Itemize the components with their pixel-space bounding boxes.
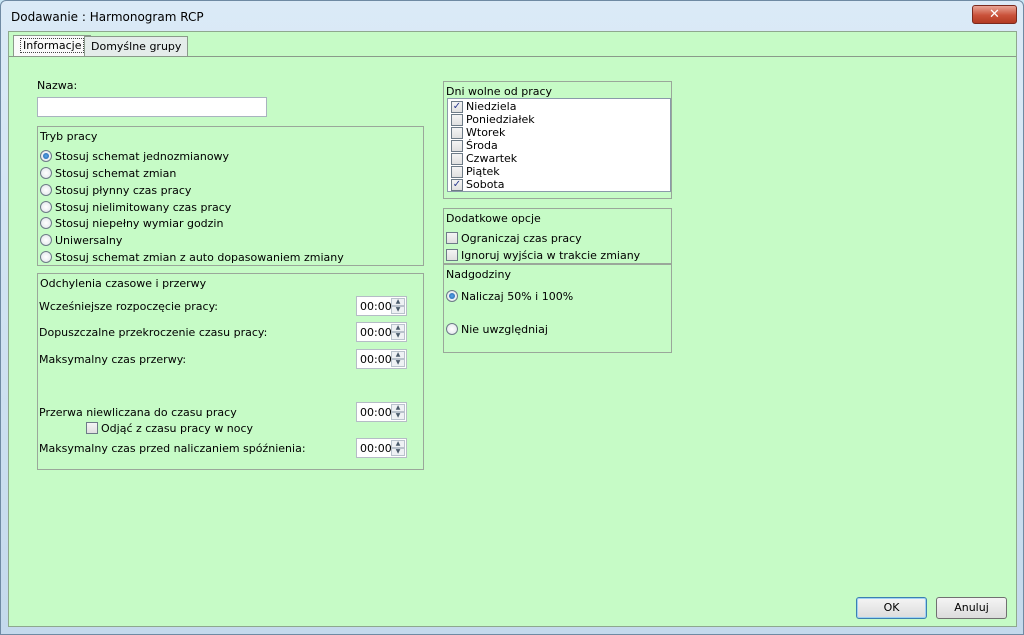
spin-up-icon[interactable]: ▲ (391, 298, 405, 306)
window-title: Dodawanie : Harmonogram RCP (11, 10, 204, 24)
radio-label: Stosuj schemat zmian z auto dopasowaniem… (55, 251, 344, 264)
spin-down-icon[interactable]: ▼ (391, 359, 405, 367)
day-label: Poniedziałek (466, 113, 535, 126)
spin-down-icon[interactable]: ▼ (391, 332, 405, 340)
close-button[interactable]: ✕ (972, 5, 1017, 24)
radio-label: Stosuj niepełny wymiar godzin (55, 217, 224, 230)
radio-label: Stosuj płynny czas pracy (55, 184, 192, 197)
unpaid-break-label: Przerwa niewliczana do czasu pracy (39, 406, 237, 419)
tab-domyslne-grupy[interactable]: Domyślne grupy (84, 36, 189, 58)
max-break-spinner[interactable]: 00:00 ▲ ▼ (356, 349, 407, 369)
radio-schemat-zmian[interactable] (40, 167, 52, 179)
radio-label: Naliczaj 50% i 100% (461, 290, 574, 303)
day-label: Niedziela (466, 100, 517, 113)
days-off-list: ✓ Niedziela Poniedziałek Wtorek Środa Cz… (447, 98, 671, 192)
deviations-group: Odchylenia czasowe i przerwy Wcześniejsz… (37, 273, 424, 470)
spin-up-icon[interactable]: ▲ (391, 404, 405, 412)
early-start-label: Wcześniejsze rozpoczęcie pracy: (39, 300, 218, 313)
spin-up-icon[interactable]: ▲ (391, 324, 405, 332)
overtime-limit-label: Dopuszczalne przekroczenie czasu pracy: (39, 326, 268, 339)
work-mode-title: Tryb pracy (40, 130, 98, 143)
cancel-button[interactable]: Anuluj (936, 597, 1007, 619)
ignore-exits-checkbox[interactable] (446, 249, 458, 261)
radio-naliczaj[interactable] (446, 290, 458, 302)
ok-button[interactable]: OK (856, 597, 927, 619)
radio-uniwersalny[interactable] (40, 234, 52, 246)
day-label: Sobota (466, 178, 505, 191)
radio-nielimitowany[interactable] (40, 201, 52, 213)
title-bar: Dodawanie : Harmonogram RCP ✕ (1, 1, 1023, 31)
night-checkbox-label: Odjąć z czasu pracy w nocy (101, 422, 254, 435)
option-label: Ignoruj wyjścia w trakcie zmiany (461, 249, 641, 262)
day-label: Czwartek (466, 152, 518, 165)
max-break-label: Maksymalny czas przerwy: (39, 353, 187, 366)
radio-jednozmianowy[interactable] (40, 150, 52, 162)
spin-down-icon[interactable]: ▼ (391, 306, 405, 314)
day-checkbox-czwartek[interactable] (451, 153, 463, 165)
limit-work-checkbox[interactable] (446, 232, 458, 244)
close-icon: ✕ (989, 7, 1000, 22)
lateness-label: Maksymalny czas przed naliczaniem spóźni… (39, 442, 306, 455)
name-input[interactable] (37, 97, 267, 117)
radio-label: Stosuj schemat zmian (55, 167, 177, 180)
extra-options-title: Dodatkowe opcje (446, 212, 541, 225)
night-checkbox[interactable] (86, 422, 98, 434)
deviations-title: Odchylenia czasowe i przerwy (40, 277, 207, 290)
radio-plynny[interactable] (40, 184, 52, 196)
early-start-spinner[interactable]: 00:00 ▲ ▼ (356, 296, 407, 316)
radio-auto-dopasowanie[interactable] (40, 251, 52, 263)
name-label: Nazwa: (37, 79, 78, 92)
radio-label: Uniwersalny (55, 234, 123, 247)
radio-niepelny[interactable] (40, 217, 52, 229)
radio-label: Nie uwzględniaj (461, 323, 548, 336)
day-checkbox-sobota[interactable]: ✓ (451, 179, 463, 191)
spin-up-icon[interactable]: ▲ (391, 351, 405, 359)
tab-page-informacje: Nazwa: Tryb pracy Stosuj schemat jednozm… (9, 56, 1016, 626)
day-label: Środa (466, 139, 498, 152)
overtime-title: Nadgodziny (446, 268, 511, 281)
option-label: Ograniczaj czas pracy (461, 232, 582, 245)
unpaid-break-spinner[interactable]: 00:00 ▲ ▼ (356, 402, 407, 422)
overtime-limit-spinner[interactable]: 00:00 ▲ ▼ (356, 322, 407, 342)
days-off-title: Dni wolne od pracy (446, 85, 553, 98)
dialog-window: Dodawanie : Harmonogram RCP ✕ Informacje… (0, 0, 1024, 635)
radio-nie-uwzgledniaj[interactable] (446, 323, 458, 335)
days-off-group: Dni wolne od pracy ✓ Niedziela Poniedzia… (443, 81, 672, 199)
radio-label: Stosuj nielimitowany czas pracy (55, 201, 232, 214)
spin-up-icon[interactable]: ▲ (391, 440, 405, 448)
day-checkbox-sroda[interactable] (451, 140, 463, 152)
extra-options-group: Dodatkowe opcje Ograniczaj czas pracy Ig… (443, 208, 672, 264)
day-checkbox-wtorek[interactable] (451, 127, 463, 139)
work-mode-group: Tryb pracy Stosuj schemat jednozmianowy … (37, 126, 424, 266)
dialog-content: Informacje Domyślne grupy Nazwa: Tryb pr… (8, 31, 1017, 627)
day-label: Wtorek (466, 126, 506, 139)
lateness-spinner[interactable]: 00:00 ▲ ▼ (356, 438, 407, 458)
day-checkbox-niedziela[interactable]: ✓ (451, 101, 463, 113)
overtime-group: Nadgodziny Naliczaj 50% i 100% Nie uwzgl… (443, 264, 672, 353)
radio-label: Stosuj schemat jednozmianowy (55, 150, 230, 163)
spin-down-icon[interactable]: ▼ (391, 412, 405, 420)
day-checkbox-piatek[interactable] (451, 166, 463, 178)
spin-down-icon[interactable]: ▼ (391, 448, 405, 456)
day-checkbox-poniedzialek[interactable] (451, 114, 463, 126)
day-label: Piątek (466, 165, 500, 178)
